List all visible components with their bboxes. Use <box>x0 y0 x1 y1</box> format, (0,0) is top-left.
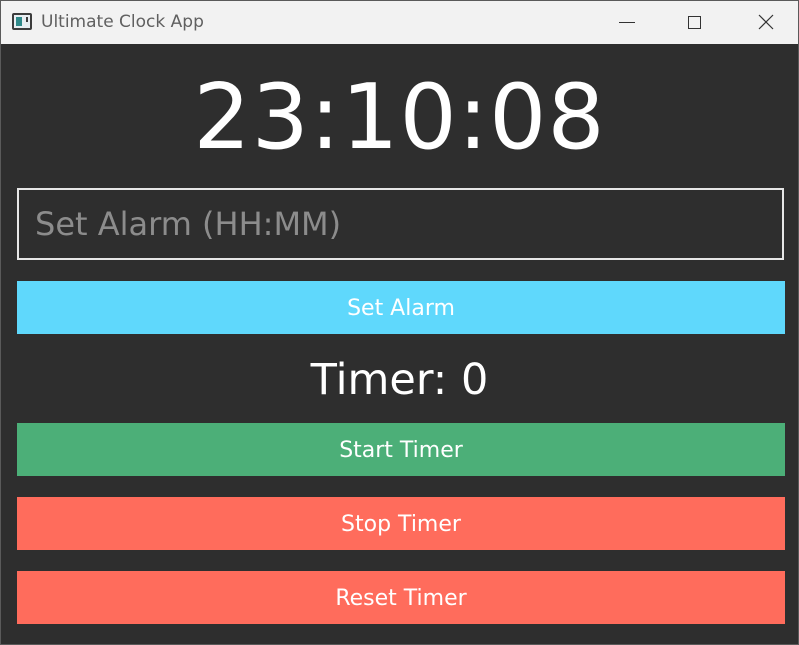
stop-timer-button[interactable]: Stop Timer <box>17 497 785 550</box>
close-icon <box>758 14 774 30</box>
minimize-icon <box>619 22 635 23</box>
window-title: Ultimate Clock App <box>41 12 204 32</box>
clock-display: 23:10:08 <box>193 65 606 170</box>
close-button[interactable] <box>742 1 788 44</box>
maximize-button[interactable] <box>672 1 718 44</box>
title-bar[interactable]: Ultimate Clock App <box>1 1 798 44</box>
alarm-time-input[interactable] <box>17 188 784 260</box>
maximize-icon <box>688 16 701 29</box>
start-timer-button[interactable]: Start Timer <box>17 423 785 476</box>
app-window: Ultimate Clock App 23:10:08 Set Alarm Ti… <box>0 0 799 645</box>
app-window-icon <box>12 13 32 30</box>
reset-timer-button[interactable]: Reset Timer <box>17 571 785 624</box>
set-alarm-button[interactable]: Set Alarm <box>17 281 785 334</box>
minimize-button[interactable] <box>605 1 651 44</box>
timer-display: Timer: 0 <box>310 355 489 405</box>
